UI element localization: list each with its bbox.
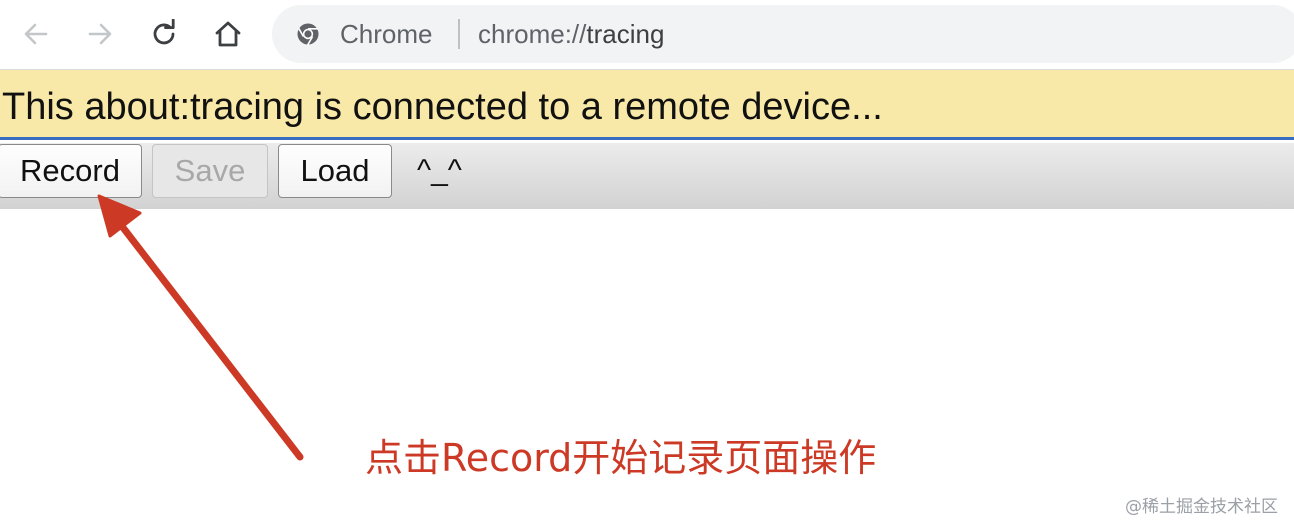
url-scheme: chrome:// <box>478 19 587 49</box>
toolbar-emoticon: ^_^ <box>417 154 462 187</box>
address-bar[interactable]: Chrome chrome://tracing <box>272 5 1294 63</box>
forward-button[interactable] <box>80 14 120 54</box>
chrome-logo-icon <box>297 23 319 46</box>
home-button[interactable] <box>208 14 248 54</box>
reload-icon <box>153 19 175 45</box>
banner-text: This about:tracing is connected to a rem… <box>2 86 883 128</box>
url-text[interactable]: chrome://tracing <box>478 19 664 49</box>
save-button[interactable]: Save <box>152 144 268 198</box>
record-button[interactable]: Record <box>0 144 142 198</box>
load-button[interactable]: Load <box>278 144 392 198</box>
tracing-toolbar: Record Save Load ^_^ <box>0 143 1294 209</box>
reload-button[interactable] <box>144 14 184 54</box>
url-host: tracing <box>586 19 665 49</box>
back-button[interactable] <box>16 14 56 54</box>
browser-toolbar: Chrome chrome://tracing <box>0 0 1294 70</box>
forward-arrow-icon <box>88 23 112 45</box>
omnibox-separator <box>458 19 460 49</box>
site-chip-label: Chrome <box>340 19 433 49</box>
annotation-caption: 点击Record开始记录页面操作 <box>365 436 877 480</box>
back-arrow-icon <box>24 23 48 45</box>
watermark-text: @稀土掘金技术社区 <box>1125 497 1278 517</box>
remote-device-banner: This about:tracing is connected to a rem… <box>0 70 1294 140</box>
home-icon <box>215 21 241 47</box>
